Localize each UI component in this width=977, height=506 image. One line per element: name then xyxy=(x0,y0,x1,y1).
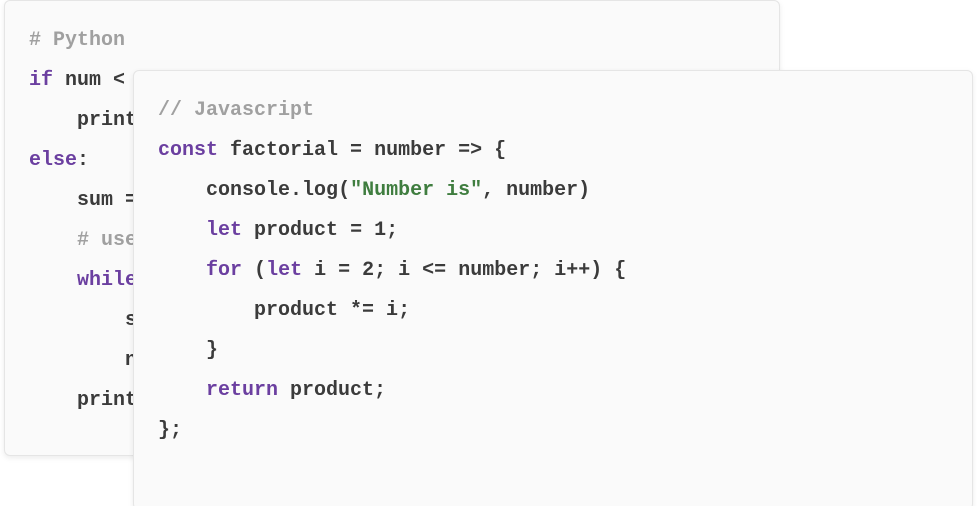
code-token: ( xyxy=(254,259,266,282)
code-token xyxy=(158,219,206,242)
code-token: console xyxy=(158,179,290,202)
code-token: ; xyxy=(386,219,398,242)
code-token: 1 xyxy=(374,219,386,242)
code-token: ( xyxy=(338,179,350,202)
javascript-code-card: // Javascript const factorial = number =… xyxy=(133,70,973,506)
code-token: # Python xyxy=(29,29,125,52)
code-token xyxy=(158,339,206,362)
code-token xyxy=(29,269,77,292)
code-token: for xyxy=(206,259,242,282)
code-token: product xyxy=(242,219,350,242)
code-token: < xyxy=(113,69,125,92)
code-token: : xyxy=(77,149,89,172)
javascript-code-block: // Javascript const factorial = number =… xyxy=(158,91,948,451)
code-token xyxy=(158,259,206,282)
code-token xyxy=(158,379,206,402)
code-token: else xyxy=(29,149,77,172)
code-token: nu xyxy=(29,349,149,372)
code-token xyxy=(482,139,494,162)
code-token: => xyxy=(458,139,482,162)
code-token: } xyxy=(206,339,218,362)
code-token: . xyxy=(290,179,302,202)
code-token: product xyxy=(158,299,350,322)
code-token: }; xyxy=(158,419,182,442)
code-token: = xyxy=(350,139,362,162)
code-token: if xyxy=(29,69,53,92)
stage: # Python if num < 0: print( else: sum = … xyxy=(0,0,977,506)
code-token: ) xyxy=(590,259,602,282)
code-token xyxy=(362,219,374,242)
code-token xyxy=(350,259,362,282)
code-token: i xyxy=(374,299,398,322)
code-token: { xyxy=(494,139,506,162)
code-token: ; xyxy=(374,379,386,402)
code-token: print xyxy=(29,389,137,412)
code-token: number xyxy=(494,179,578,202)
code-token: ; xyxy=(398,299,410,322)
code-token: number xyxy=(362,139,458,162)
code-token: , xyxy=(482,179,494,202)
code-token: factorial xyxy=(218,139,350,162)
code-token: let xyxy=(266,259,302,282)
code-token: { xyxy=(614,259,626,282)
code-token: *= xyxy=(350,299,374,322)
code-token: i xyxy=(542,259,566,282)
code-token: // Javascript xyxy=(158,99,314,122)
code-token: = xyxy=(350,219,362,242)
code-token: "Number is" xyxy=(350,179,482,202)
code-token: const xyxy=(158,139,218,162)
code-token: <= xyxy=(422,259,446,282)
code-token: log xyxy=(302,179,338,202)
code-token: num xyxy=(53,69,113,92)
code-token xyxy=(602,259,614,282)
code-token: ; xyxy=(374,259,386,282)
code-token: = xyxy=(338,259,350,282)
code-token: i xyxy=(386,259,422,282)
code-token xyxy=(242,259,254,282)
code-token: ; xyxy=(530,259,542,282)
code-token: su xyxy=(29,309,149,332)
code-token: ++ xyxy=(566,259,590,282)
code-token: ) xyxy=(578,179,590,202)
code-token: # use xyxy=(29,229,149,252)
code-token: while xyxy=(77,269,137,292)
code-token: i xyxy=(302,259,338,282)
code-token: sum xyxy=(29,189,125,212)
code-token: number xyxy=(446,259,530,282)
code-token: let xyxy=(206,219,242,242)
code-token: product xyxy=(278,379,374,402)
code-token: print xyxy=(29,109,137,132)
code-token: return xyxy=(206,379,278,402)
code-token: 2 xyxy=(362,259,374,282)
